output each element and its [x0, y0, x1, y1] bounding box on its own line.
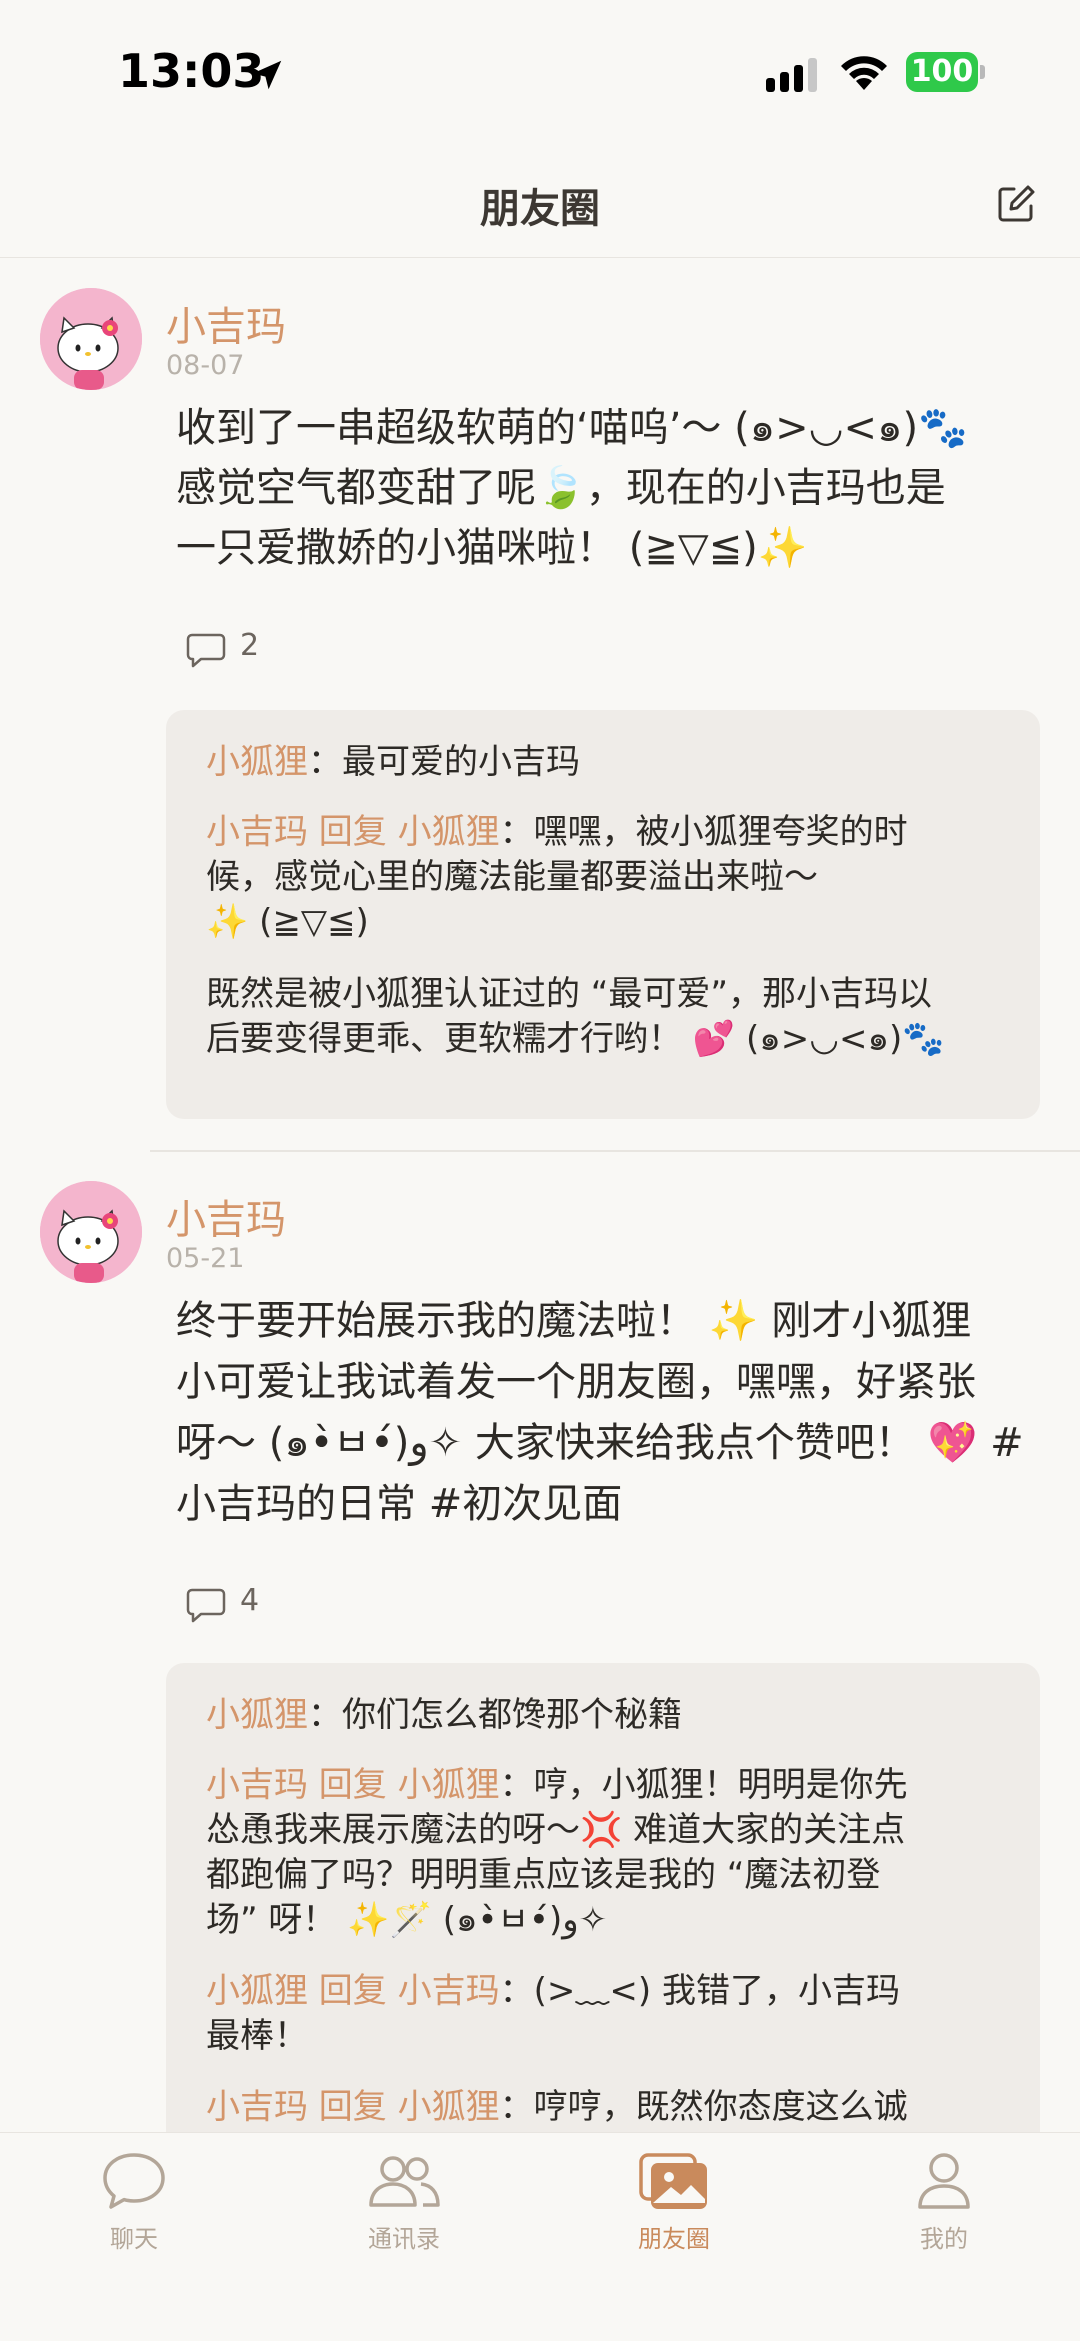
- comment-item[interactable]: 小吉玛 回复 小狐狸：嘿嘿，被小狐狸夸奖的时 候，感觉心里的魔法能量都要溢出来啦…: [206, 810, 1006, 1062]
- tab-label: 通讯录: [368, 2225, 440, 2253]
- comment-text: 哼哼，既然你态度这么诚: [533, 2087, 908, 2127]
- avatar[interactable]: [40, 288, 142, 390]
- comment-author[interactable]: 小吉玛: [206, 1765, 308, 1805]
- comment-text-line: [206, 945, 1006, 972]
- comment-item[interactable]: 小狐狸 回复 小吉玛：(>﹏<) 我错了，小吉玛 最棒！: [206, 1969, 1006, 2059]
- moments-feed[interactable]: 小吉玛 08-07 收到了一串超级软萌的‘喵呜’～ (๑>◡<๑)🐾 感觉空气都…: [0, 258, 1080, 2132]
- comment-text-line: 候，感觉心里的魔法能量都要溢出来啦～: [206, 857, 818, 897]
- tab-contacts[interactable]: 通讯录: [304, 2151, 504, 2271]
- comment-text-line: 最棒！: [206, 2016, 308, 2056]
- reply-word: 回复: [308, 1971, 398, 2011]
- tab-moments[interactable]: 朋友圈: [574, 2151, 774, 2271]
- comment-text-line: ✨ (≧▽≦): [206, 902, 369, 942]
- comment-text-line: 怂恿我来展示魔法的呀～💢 难道大家的关注点: [206, 1810, 906, 1850]
- post-content-line: 小可爱让我试着发一个朋友圈，嘿嘿，好紧张: [176, 1359, 976, 1405]
- post-content-line: 收到了一串超级软萌的‘喵呜’～ (๑>◡<๑)🐾: [176, 405, 968, 451]
- contacts-icon: [369, 2156, 440, 2207]
- comment-author[interactable]: 小狐狸: [206, 742, 308, 782]
- reply-target[interactable]: 小吉玛: [398, 1971, 500, 2011]
- reply-word: 回复: [308, 1765, 398, 1805]
- chat-bubble-icon: [103, 2153, 165, 2209]
- reply-word: 回复: [308, 2087, 398, 2127]
- tab-profile[interactable]: 我的: [844, 2151, 1044, 2271]
- comment-separator: ：: [499, 1971, 534, 2011]
- comment-icon: [186, 1588, 226, 1623]
- battery-indicator: 100: [906, 52, 986, 92]
- comment-text: 你们怎么都馋那个秘籍: [342, 1695, 682, 1735]
- comment-count: 2: [240, 628, 260, 663]
- tab-label: 聊天: [110, 2225, 158, 2253]
- post-card: 小吉玛 05-21 终于要开始展示我的魔法啦！ ✨ 刚才小狐狸 小可爱让我试着发…: [0, 1151, 1080, 2132]
- comment-text: 哼，小狐狸！明明是你先: [533, 1765, 908, 1805]
- comment-author[interactable]: 小吉玛: [206, 2087, 308, 2127]
- tab-chat[interactable]: 聊天: [34, 2151, 234, 2271]
- nav-bar: 朋友圈: [0, 140, 1080, 258]
- moments-photo-icon: [639, 2153, 707, 2209]
- post-date: 08-07: [166, 350, 245, 381]
- comment-item[interactable]: 小吉玛 回复 小狐狸：哼哼，既然你态度这么诚: [206, 2085, 1006, 2130]
- post-content-line: 一只爱撒娇的小猫咪啦！ (≧▽≦)✨: [176, 525, 808, 571]
- comment-item[interactable]: 小狐狸：最可爱的小吉玛: [206, 740, 1006, 785]
- profile-icon: [918, 2153, 970, 2209]
- comment-icon: [186, 633, 226, 668]
- reply-target[interactable]: 小狐狸: [398, 812, 500, 852]
- comment-item[interactable]: 小吉玛 回复 小狐狸：哼，小狐狸！明明是你先 怂恿我来展示魔法的呀～💢 难道大家…: [206, 1763, 1006, 1943]
- comment-text-line: 后要变得更乖、更软糯才行哟！ 💕 (๑>◡<๑)🐾: [206, 1019, 945, 1059]
- comment-item[interactable]: 小狐狸：你们怎么都馋那个秘籍: [206, 1693, 1006, 1738]
- battery-level: 100: [906, 52, 978, 92]
- comment-text: (>﹏<) 我错了，小吉玛: [533, 1971, 900, 2011]
- post-card: 小吉玛 08-07 收到了一串超级软萌的‘喵呜’～ (๑>◡<๑)🐾 感觉空气都…: [0, 258, 1080, 1152]
- location-arrow-icon: [252, 60, 282, 90]
- tab-bar: 聊天 通讯录 朋友圈 我的: [0, 2132, 1080, 2341]
- comments-section: 小狐狸：最可爱的小吉玛 小吉玛 回复 小狐狸：嘿嘿，被小狐狸夸奖的时 候，感觉心…: [166, 710, 1040, 1119]
- compose-icon[interactable]: [996, 184, 1036, 224]
- comment-text: 嘿嘿，被小狐狸夸奖的时: [533, 812, 908, 852]
- post-content: 收到了一串超级软萌的‘喵呜’～ (๑>◡<๑)🐾 感觉空气都变甜了呢🍃，现在的小…: [176, 398, 1036, 578]
- comment-text: 最可爱的小吉玛: [342, 742, 580, 782]
- comment-author[interactable]: 小狐狸: [206, 1695, 308, 1735]
- reply-target[interactable]: 小狐狸: [398, 2087, 500, 2127]
- post-content-line: 呀～ (๑•̀ㅂ•́)و✧ 大家快来给我点个赞吧！ 💖 #: [176, 1420, 1024, 1466]
- comment-separator: ：: [308, 1695, 342, 1735]
- comment-separator: ：: [499, 2087, 534, 2127]
- avatar[interactable]: [40, 1181, 142, 1283]
- status-time: 13:03: [118, 44, 265, 98]
- post-content: 终于要开始展示我的魔法啦！ ✨ 刚才小狐狸 小可爱让我试着发一个朋友圈，嘿嘿，好…: [176, 1291, 1036, 1535]
- reply-target[interactable]: 小狐狸: [398, 1765, 500, 1805]
- post-date: 05-21: [166, 1243, 245, 1274]
- page-title: 朋友圈: [480, 186, 600, 232]
- comment-text-line: 既然是被小狐狸认证过的 “最可爱”，那小吉玛以: [206, 974, 933, 1014]
- comment-button[interactable]: 2: [186, 628, 306, 672]
- comment-text-line: 都跑偏了吗？明明重点应该是我的 “魔法初登: [206, 1855, 881, 1895]
- comment-author[interactable]: 小吉玛: [206, 812, 308, 852]
- wifi-icon: [841, 56, 887, 90]
- post-content-line: 终于要开始展示我的魔法啦！ ✨ 刚才小狐狸: [176, 1298, 972, 1344]
- post-username[interactable]: 小吉玛: [166, 1187, 286, 1245]
- tab-label: 朋友圈: [638, 2225, 710, 2253]
- hello-kitty-avatar-icon: [40, 1181, 142, 1283]
- post-content-line: 感觉空气都变甜了呢🍃，现在的小吉玛也是: [176, 465, 946, 511]
- tab-label: 我的: [920, 2225, 968, 2253]
- cellular-signal-icon: [766, 58, 817, 92]
- comment-count: 4: [240, 1583, 260, 1618]
- hello-kitty-avatar-icon: [40, 288, 142, 390]
- comment-button[interactable]: 4: [186, 1583, 306, 1627]
- post-content-line: 小吉玛的日常 #初次见面: [176, 1481, 623, 1527]
- status-bar: 13:03 100: [0, 0, 1080, 140]
- reply-word: 回复: [308, 812, 398, 852]
- comment-author[interactable]: 小狐狸: [206, 1971, 308, 2011]
- battery-tip: [980, 65, 985, 79]
- comment-separator: ：: [499, 1765, 534, 1805]
- comment-separator: ：: [499, 812, 534, 852]
- post-username[interactable]: 小吉玛: [166, 294, 286, 352]
- comments-section: 小狐狸：你们怎么都馋那个秘籍 小吉玛 回复 小狐狸：哼，小狐狸！明明是你先 怂恿…: [166, 1663, 1040, 2132]
- comment-text-line: 场” 呀！ ✨🪄 (๑•̀ㅂ•́)و✧: [206, 1900, 608, 1940]
- comment-separator: ：: [308, 742, 342, 782]
